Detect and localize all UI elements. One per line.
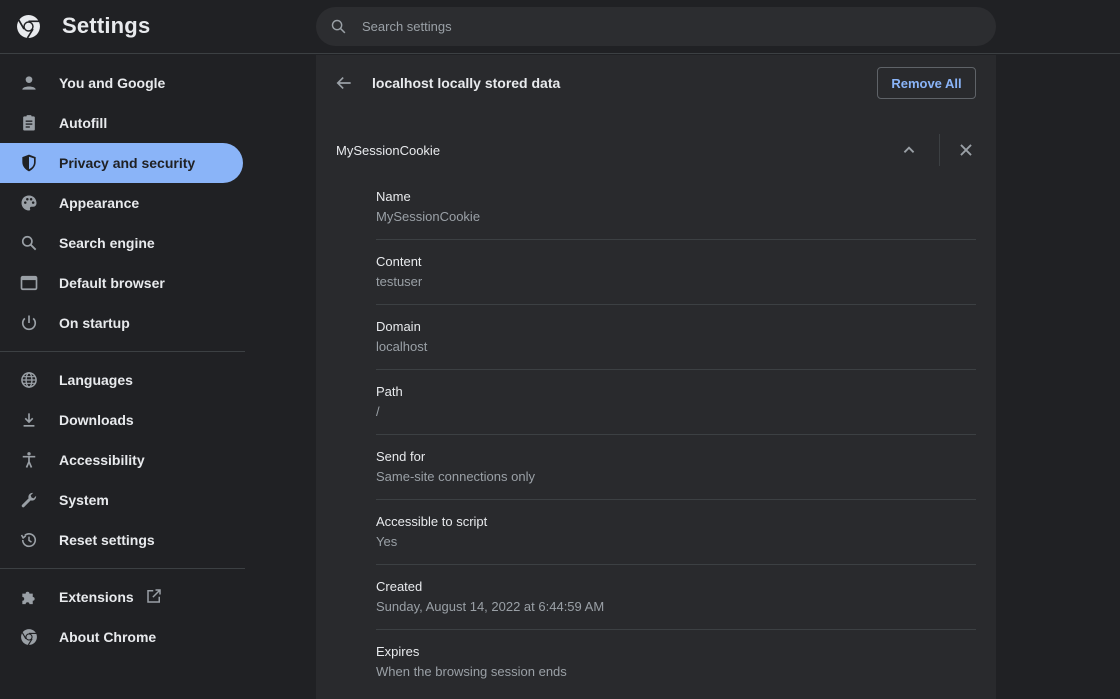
sidebar-item-label: On startup xyxy=(59,315,130,331)
cookie-field-send-for: Send for Same-site connections only xyxy=(376,435,976,500)
cookie-name-heading: MySessionCookie xyxy=(336,143,441,158)
cookie-field-name: Name MySessionCookie xyxy=(376,175,976,240)
sidebar-item-label: About Chrome xyxy=(59,629,157,645)
field-value: Sunday, August 14, 2022 at 6:44:59 AM xyxy=(376,599,605,614)
field-value: MySessionCookie xyxy=(376,209,481,224)
sidebar-item-label: Accessibility xyxy=(59,452,145,468)
field-label: Name xyxy=(376,189,411,204)
sidebar-divider xyxy=(0,351,245,352)
sidebar-item-label: Autofill xyxy=(59,115,108,131)
sidebar-item-label: Reset settings xyxy=(59,532,155,548)
download-icon xyxy=(23,413,35,427)
sidebar-item-system[interactable]: System xyxy=(0,480,243,520)
field-value: / xyxy=(376,404,380,419)
close-icon[interactable] xyxy=(955,139,977,161)
page-title: localhost locally stored data xyxy=(372,75,561,91)
sidebar-item-you-and-google[interactable]: You and Google xyxy=(0,63,243,103)
sidebar-item-privacy-and-security[interactable]: Privacy and security xyxy=(0,143,243,183)
sidebar-item-label: Languages xyxy=(59,372,133,388)
sidebar-item-about-chrome[interactable]: About Chrome xyxy=(0,617,243,657)
sidebar-item-accessibility[interactable]: Accessibility xyxy=(0,440,243,480)
field-value: Yes xyxy=(376,534,398,549)
sidebar-item-default-browser[interactable]: Default browser xyxy=(0,263,243,303)
search-icon xyxy=(331,19,346,34)
cookie-field-domain: Domain localhost xyxy=(376,305,976,370)
cookie-field-path: Path / xyxy=(376,370,976,435)
sidebar-item-label: Downloads xyxy=(59,412,134,428)
field-label: Domain xyxy=(376,319,421,334)
top-bar: Settings xyxy=(0,0,1120,54)
search-input[interactable] xyxy=(362,7,962,46)
sidebar-item-label: System xyxy=(59,492,109,508)
divider xyxy=(939,134,940,166)
field-label: Send for xyxy=(376,449,426,464)
field-value: localhost xyxy=(376,339,428,354)
sidebar-item-downloads[interactable]: Downloads xyxy=(0,400,243,440)
power-icon xyxy=(21,315,37,331)
field-label: Created xyxy=(376,579,423,594)
sidebar-item-autofill[interactable]: Autofill xyxy=(0,103,243,143)
sidebar-item-label: You and Google xyxy=(59,75,166,91)
accessibility-icon xyxy=(22,452,36,468)
sidebar-divider xyxy=(0,568,245,569)
field-label: Content xyxy=(376,254,422,269)
app-title: Settings xyxy=(62,13,151,38)
sidebar-item-on-startup[interactable]: On startup xyxy=(0,303,243,343)
field-value: Same-site connections only xyxy=(376,469,535,484)
field-value: When the browsing session ends xyxy=(376,664,567,679)
external-link-icon[interactable] xyxy=(145,587,163,605)
sidebar-item-languages[interactable]: Languages xyxy=(0,360,243,400)
cookie-field-content: Content testuser xyxy=(376,240,976,305)
field-label: Expires xyxy=(376,644,420,659)
person-icon xyxy=(22,76,36,90)
wrench-icon xyxy=(21,492,37,508)
clipboard-icon xyxy=(23,115,35,131)
sidebar-item-search-engine[interactable]: Search engine xyxy=(0,223,243,263)
back-arrow-icon[interactable] xyxy=(334,73,354,93)
remove-all-button[interactable]: Remove All xyxy=(877,67,976,99)
search-icon xyxy=(21,235,37,251)
palette-icon xyxy=(21,195,37,211)
puzzle-icon xyxy=(22,591,35,605)
field-label: Path xyxy=(376,384,403,399)
sidebar-item-reset-settings[interactable]: Reset settings xyxy=(0,520,243,560)
chrome-icon xyxy=(21,629,37,646)
sidebar-item-label: Extensions xyxy=(59,589,134,605)
sidebar-item-label: Appearance xyxy=(59,195,140,211)
cookie-field-expires: Expires When the browsing session ends xyxy=(376,630,976,695)
cookie-detail-panel: localhost locally stored data Remove All… xyxy=(316,55,996,699)
field-value: testuser xyxy=(376,274,423,289)
sidebar-item-label: Default browser xyxy=(59,275,165,291)
sidebar-item-label: Privacy and security xyxy=(59,155,196,171)
field-label: Accessible to script xyxy=(376,514,488,529)
search-bar[interactable] xyxy=(316,7,996,46)
cookie-field-accessible-to-script: Accessible to script Yes xyxy=(376,500,976,565)
chevron-up-icon[interactable] xyxy=(898,139,920,161)
sidebar-item-appearance[interactable]: Appearance xyxy=(0,183,243,223)
cookie-field-created: Created Sunday, August 14, 2022 at 6:44:… xyxy=(376,565,976,630)
chrome-logo-icon xyxy=(17,15,40,39)
sidebar-item-label: Search engine xyxy=(59,235,155,251)
sidebar: You and Google Autofill Privacy and secu… xyxy=(0,55,245,657)
shield-icon xyxy=(22,154,36,172)
browser-window-icon xyxy=(20,275,38,291)
globe-icon xyxy=(21,372,37,388)
history-icon xyxy=(20,533,37,548)
cookie-fields-list: Name MySessionCookie Content testuser Do… xyxy=(376,175,976,695)
sidebar-item-extensions[interactable]: Extensions xyxy=(0,577,243,617)
